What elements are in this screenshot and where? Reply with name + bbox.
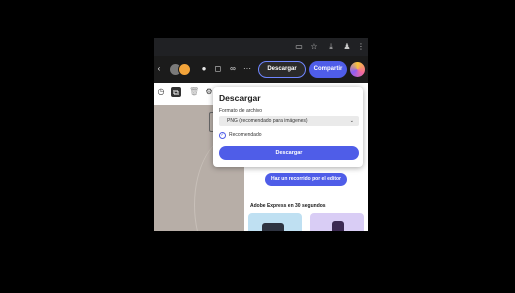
trash-icon[interactable]: 🗑 (189, 87, 199, 97)
video-thumbnail[interactable] (310, 213, 364, 231)
more-options-icon[interactable]: ··· (242, 64, 252, 74)
rotate-icon[interactable]: ◷ (156, 87, 166, 97)
section-title: Adobe Express en 30 segundos (250, 203, 326, 209)
app-toolbar: ‹ ● ◻ ∞ ··· Descargar Compartir (154, 56, 368, 83)
check-circle-icon: ✓ (219, 132, 226, 139)
download-icon[interactable]: ⤓ (326, 42, 336, 52)
screen-share-icon[interactable]: ▭ (294, 42, 304, 52)
extension-icon[interactable]: ♟ (342, 42, 352, 52)
download-button[interactable]: Descargar (258, 61, 306, 78)
copy-icon[interactable]: ⧉ (171, 87, 181, 97)
share-button[interactable]: Compartir (309, 61, 347, 78)
star-icon[interactable]: ☆ (309, 42, 319, 52)
file-format-select[interactable]: PNG (recomendado para imágenes) ⌄ (219, 116, 359, 126)
comment-icon[interactable]: ◻ (213, 64, 223, 74)
collaborator-avatars[interactable] (169, 63, 191, 76)
more-vert-icon[interactable]: ⋮ (356, 42, 366, 52)
browser-toolbar: ▭ ☆ ⤓ ♟ ⋮ (154, 38, 368, 56)
file-format-label: Formato de archivo (219, 108, 263, 114)
lightbulb-icon[interactable]: ● (199, 64, 209, 74)
editor-tour-button[interactable]: Haz un recorrido por el editor (265, 173, 347, 186)
video-thumbnail[interactable] (248, 213, 302, 231)
thumbnail-image (262, 223, 284, 231)
chevron-down-icon: ⌄ (349, 118, 354, 124)
file-format-value: PNG (recomendado para imágenes) (227, 118, 308, 124)
recommended-label: Recomendado (229, 132, 262, 138)
link-icon[interactable]: ∞ (228, 64, 238, 74)
thumbnail-image (332, 221, 344, 231)
user-avatar[interactable] (350, 62, 365, 77)
screenshot-frame: ▭ ☆ ⤓ ♟ ⋮ ‹ ● ◻ ∞ ··· Descargar Comparti… (154, 38, 368, 231)
avatar (178, 63, 191, 76)
popup-download-button[interactable]: Descargar (219, 146, 359, 160)
download-popup: Descargar Formato de archivo PNG (recome… (213, 87, 363, 167)
chevron-left-icon[interactable]: ‹ (154, 64, 164, 74)
popup-title: Descargar (219, 93, 261, 103)
